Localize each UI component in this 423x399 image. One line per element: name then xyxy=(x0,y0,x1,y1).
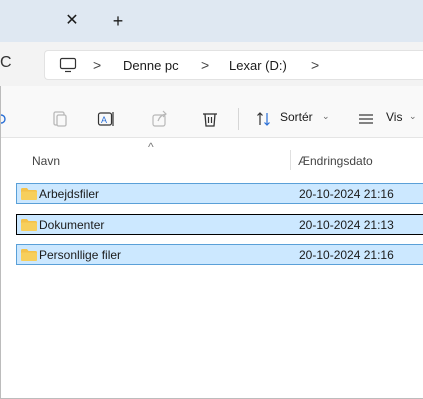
copy-icon[interactable] xyxy=(50,109,70,129)
breadcrumb-separator: > xyxy=(201,57,210,73)
tab-bar: ✕ + xyxy=(0,0,423,42)
cut-icon[interactable] xyxy=(0,109,14,129)
address-bar[interactable]: > Denne pc > Lexar (D:) > xyxy=(44,50,423,80)
column-divider[interactable] xyxy=(290,150,291,170)
sort-indicator-icon: ^ xyxy=(148,140,154,154)
folder-icon xyxy=(21,219,37,231)
share-icon[interactable] xyxy=(150,109,170,129)
plus-icon[interactable]: + xyxy=(108,11,128,31)
delete-icon[interactable] xyxy=(200,109,220,129)
refresh-icon[interactable]: C xyxy=(0,54,12,72)
close-icon[interactable]: ✕ xyxy=(62,11,82,31)
window-edge xyxy=(0,86,1,399)
chevron-down-icon: ⌄ xyxy=(322,111,330,121)
sort-arrows-icon xyxy=(257,112,270,126)
sort-button[interactable]: Sortér xyxy=(280,110,313,124)
column-header-name[interactable]: Navn xyxy=(32,154,60,168)
command-bar: A Sortér ⌄ Vis ⌄ xyxy=(0,86,423,138)
column-header-date[interactable]: Ændringsdato xyxy=(298,154,373,168)
column-headers: ^ Navn Ændringsdato xyxy=(0,138,423,178)
file-name: Dokumenter xyxy=(39,218,105,232)
breadcrumb-separator: > xyxy=(93,57,102,73)
breadcrumb-this-pc[interactable]: Denne pc xyxy=(123,58,179,73)
view-button[interactable]: Vis xyxy=(386,110,402,124)
toolbar-divider xyxy=(238,108,239,130)
file-row-personllige-filer[interactable]: Personllige filer 20-10-2024 21:16 xyxy=(16,244,423,265)
computer-icon xyxy=(59,57,77,73)
file-row-dokumenter[interactable]: Dokumenter 20-10-2024 21:13 xyxy=(16,214,423,235)
file-date: 20-10-2024 21:16 xyxy=(299,248,394,262)
breadcrumb-drive[interactable]: Lexar (D:) xyxy=(229,58,287,73)
chevron-down-icon: ⌄ xyxy=(409,111,417,121)
file-name: Personllige filer xyxy=(39,248,122,262)
svg-text:A: A xyxy=(101,115,107,125)
navigation-bar: C > Denne pc > Lexar (D:) > xyxy=(0,42,423,86)
folder-icon xyxy=(21,249,37,261)
view-lines-icon xyxy=(359,114,373,124)
folder-icon xyxy=(21,188,37,200)
breadcrumb-separator: > xyxy=(311,57,320,73)
file-date: 20-10-2024 21:13 xyxy=(299,218,394,232)
file-date: 20-10-2024 21:16 xyxy=(299,187,394,201)
rename-icon[interactable]: A xyxy=(96,109,116,129)
file-name: Arbejdsfiler xyxy=(39,187,100,201)
file-row-arbejdsfiler[interactable]: Arbejdsfiler 20-10-2024 21:16 xyxy=(16,183,423,204)
